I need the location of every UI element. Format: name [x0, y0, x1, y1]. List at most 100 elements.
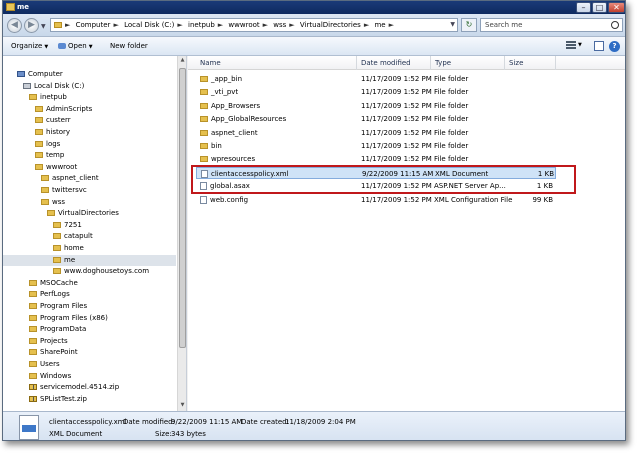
chevron-right-icon[interactable]: ►: [177, 21, 182, 29]
refresh-button[interactable]: ↻: [461, 18, 477, 32]
minimize-button[interactable]: –: [576, 2, 591, 13]
chevron-right-icon[interactable]: ►: [65, 21, 70, 29]
column-header-type[interactable]: Type: [435, 59, 451, 67]
sidebar-item-msocache[interactable]: MSOCache: [29, 278, 78, 289]
sidebar-item-adminscripts[interactable]: AdminScripts: [35, 104, 92, 115]
file-row[interactable]: clientaccesspolicy.xml 9/22/2009 11:15 AM…: [196, 166, 556, 179]
folder-icon: [200, 89, 208, 96]
file-row[interactable]: bin 11/17/2009 1:52 PM File folder: [196, 140, 556, 152]
chevron-right-icon[interactable]: ►: [113, 21, 118, 29]
column-divider[interactable]: [504, 56, 505, 70]
sidebar-item-aspnet-client[interactable]: aspnet_client: [41, 173, 99, 184]
sidebar-item-custerr[interactable]: custerr: [35, 115, 71, 126]
sidebar-item-computer[interactable]: Computer: [17, 69, 63, 80]
sidebar-item-projects[interactable]: Projects: [29, 336, 68, 347]
sidebar-item-label: VirtualDirectories: [58, 209, 119, 218]
file-row[interactable]: _vti_pvt 11/17/2009 1:52 PM File folder: [196, 86, 556, 98]
sidebar-item-programdata[interactable]: ProgramData: [29, 324, 86, 335]
file-row[interactable]: App_Browsers 11/17/2009 1:52 PM File folde…: [196, 100, 556, 112]
chevron-right-icon[interactable]: ►: [218, 21, 223, 29]
sidebar-item-me[interactable]: me: [3, 254, 176, 266]
file-row[interactable]: aspnet_client 11/17/2009 1:52 PM File fold…: [196, 127, 556, 139]
views-dropdown-icon[interactable]: ▼: [578, 42, 582, 52]
sidebar-item-inetpub[interactable]: inetpub: [29, 92, 67, 103]
sidebar-item-windows[interactable]: Windows: [29, 371, 71, 382]
folder-icon: [29, 94, 37, 101]
column-divider[interactable]: [555, 56, 556, 70]
breadcrumb-local-disk[interactable]: Local Disk (C:): [124, 21, 174, 29]
organize-button[interactable]: Organize ▼: [11, 42, 48, 50]
views-icon[interactable]: [566, 41, 576, 51]
column-divider[interactable]: [430, 56, 431, 70]
breadcrumb-inetpub[interactable]: inetpub: [188, 21, 215, 29]
file-row[interactable]: wpresources 11/17/2009 1:52 PM File folder: [196, 153, 556, 165]
file-name-cell: App_Browsers: [200, 100, 260, 112]
sidebar-item-program-files-x86[interactable]: Program Files (x86): [29, 313, 108, 324]
file-name-cell: _vti_pvt: [200, 86, 238, 98]
sidebar-item-local-disk-c[interactable]: Local Disk (C:): [23, 81, 84, 92]
sidebar-item-temp[interactable]: temp: [35, 150, 64, 161]
sidebar-item-label: me: [64, 255, 76, 264]
file-type-cell: File folder: [434, 155, 469, 164]
maximize-button[interactable]: □: [592, 2, 607, 13]
sidebar-item-perflogs[interactable]: PerfLogs: [29, 289, 70, 300]
column-header-size[interactable]: Size: [509, 59, 523, 67]
file-row[interactable]: web.config 11/17/2009 1:52 PM XML Configur…: [196, 194, 556, 206]
sidebar-item-wss[interactable]: wss: [41, 197, 65, 208]
address-bar[interactable]: ► Computer ► Local Disk (C:) ► inetpub ► ww…: [50, 18, 458, 32]
folder-icon: [41, 198, 49, 205]
column-divider[interactable]: [356, 56, 357, 70]
config-file-icon: [200, 195, 207, 204]
scrollbar-thumb[interactable]: [179, 68, 186, 348]
title-bar[interactable]: me – □ ✕: [3, 1, 625, 14]
sidebar-item-label: Program Files (x86): [40, 313, 108, 322]
file-row[interactable]: App_GlobalResources 11/17/2009 1:52 PM Fil…: [196, 113, 556, 125]
sidebar-item-label: servicemodel.4514.zip: [40, 383, 120, 392]
sidebar-item-splisttest-zip[interactable]: SPListTest.zip: [29, 394, 87, 405]
sidebar-item-logs[interactable]: logs: [35, 139, 60, 150]
column-header-date[interactable]: Date modified: [361, 59, 411, 67]
preview-pane-icon[interactable]: [594, 41, 604, 51]
scroll-up-icon[interactable]: ▲: [179, 57, 186, 63]
search-input[interactable]: Search me: [480, 18, 623, 32]
file-type-cell: File folder: [434, 101, 469, 110]
breadcrumb-wss[interactable]: wss: [273, 21, 286, 29]
sidebar-item-www-doghousetoys-com[interactable]: www.doghousetoys.com: [53, 266, 149, 277]
chevron-right-icon[interactable]: ►: [389, 21, 394, 29]
folder-icon: [200, 156, 208, 163]
back-button[interactable]: ◀: [7, 18, 22, 33]
sidebar-item-twittersvc[interactable]: twittersvc: [41, 185, 87, 196]
file-row[interactable]: global.asax 11/17/2009 1:52 PM ASP.NET Ser…: [196, 180, 556, 192]
folder-icon: [53, 268, 61, 275]
breadcrumb-virtualdirectories[interactable]: VirtualDirectories: [300, 21, 361, 29]
sidebar-item-servicemodel-4514-zip[interactable]: servicemodel.4514.zip: [29, 382, 119, 393]
close-button[interactable]: ✕: [608, 2, 625, 13]
sidebar-item-catapult[interactable]: catapult: [53, 231, 93, 242]
breadcrumb-wwwroot[interactable]: wwwroot: [228, 21, 259, 29]
column-header-name[interactable]: Name: [200, 59, 221, 67]
forward-button[interactable]: ▶: [24, 18, 39, 33]
chevron-right-icon[interactable]: ►: [289, 21, 294, 29]
help-icon[interactable]: ?: [609, 41, 620, 52]
folder-icon: [35, 152, 43, 159]
sidebar-item-wwwroot[interactable]: wwwroot: [35, 162, 77, 173]
recent-pages-dropdown[interactable]: ▼: [41, 23, 47, 30]
sidebar-item-sharepoint[interactable]: SharePoint: [29, 347, 78, 358]
sidebar-item-7251[interactable]: 7251: [53, 220, 82, 231]
nav-scrollbar[interactable]: ▲ ▼: [177, 56, 186, 411]
sidebar-item-virtualdirectories[interactable]: VirtualDirectories: [47, 208, 119, 219]
breadcrumb-computer[interactable]: Computer: [76, 21, 111, 29]
chevron-down-icon[interactable]: ▼: [450, 21, 455, 28]
chevron-right-icon[interactable]: ►: [364, 21, 369, 29]
folder-icon: [41, 187, 49, 193]
breadcrumb-me[interactable]: me: [374, 21, 385, 29]
new-folder-button[interactable]: New folder: [110, 42, 148, 50]
scroll-down-icon[interactable]: ▼: [179, 402, 186, 408]
sidebar-item-home[interactable]: home: [53, 243, 84, 254]
chevron-right-icon[interactable]: ►: [263, 21, 268, 29]
sidebar-item-program-files[interactable]: Program Files: [29, 301, 87, 312]
sidebar-item-users[interactable]: Users: [29, 359, 60, 370]
open-button[interactable]: Open ▼: [58, 42, 93, 50]
file-row[interactable]: _app_bin 11/17/2009 1:52 PM File folder: [196, 73, 556, 85]
sidebar-item-history[interactable]: history: [35, 127, 70, 138]
